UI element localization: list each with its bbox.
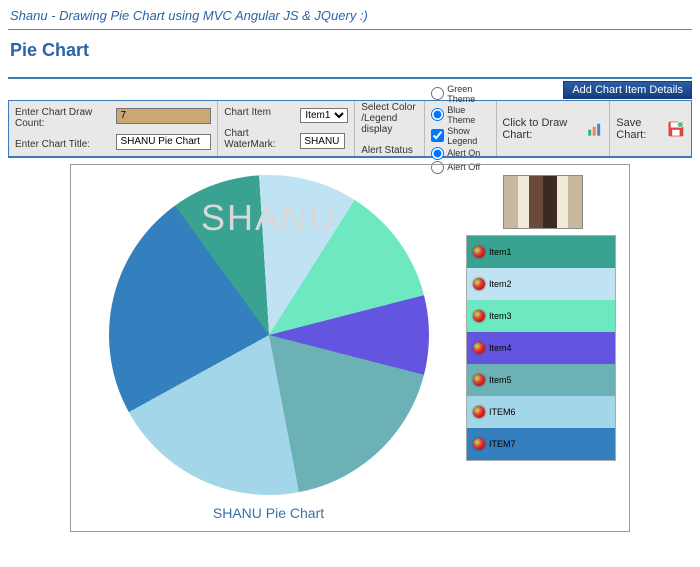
legend-dot-icon	[473, 374, 485, 386]
legend-label: Item3	[489, 311, 512, 321]
chart-item-label: Chart Item	[224, 107, 288, 118]
legend-item: ITEM6	[467, 396, 615, 428]
chart-title-label: Enter Chart Title:	[15, 139, 104, 150]
pie-chart	[109, 175, 429, 495]
add-chart-item-button[interactable]: Add Chart Item Details	[563, 81, 692, 99]
legend: Item1 Item2 Item3 Item4 Item5 ITEM6 ITEM7	[466, 235, 616, 461]
watermark-input[interactable]	[300, 133, 345, 149]
save-icon[interactable]	[667, 118, 685, 140]
avatar	[503, 175, 583, 229]
legend-item: Item4	[467, 332, 615, 364]
legend-label: Item1	[489, 247, 512, 257]
legend-item: Item3	[467, 300, 615, 332]
legend-dot-icon	[473, 278, 485, 290]
legend-item: Item2	[467, 268, 615, 300]
click-draw-label: Click to Draw Chart:	[502, 117, 581, 141]
legend-label: Item2	[489, 279, 512, 289]
chart-area: SHANU SHANU Pie Chart Item1Item2Item3Ite…	[70, 164, 630, 532]
select-color-label: Select Color/Legend display	[361, 102, 418, 135]
watermark-label: Chart WaterMark:	[224, 128, 288, 150]
alert-on-radio[interactable]: Alert On	[431, 147, 489, 160]
legend-label: ITEM6	[489, 407, 516, 417]
legend-dot-icon	[473, 310, 485, 322]
divider	[8, 29, 692, 30]
show-legend-checkbox[interactable]: Show Legend	[431, 126, 489, 146]
legend-dot-icon	[473, 342, 485, 354]
legend-dot-icon	[473, 406, 485, 418]
chart-title-input[interactable]	[116, 134, 211, 150]
chart-icon[interactable]	[586, 118, 604, 140]
legend-item: ITEM7	[467, 428, 615, 460]
toolbar: Enter Chart Draw Count: Enter Chart Titl…	[8, 100, 692, 158]
page-title: Pie Chart	[0, 34, 700, 63]
legend-label: Item5	[489, 375, 512, 385]
legend-dot-icon	[473, 438, 485, 450]
pie-caption: SHANU Pie Chart	[81, 505, 456, 521]
alert-status-label: Alert Status	[361, 145, 418, 156]
blue-theme-radio[interactable]: Blue Theme	[431, 105, 489, 125]
draw-count-input[interactable]	[116, 108, 211, 124]
app-title: Shanu - Drawing Pie Chart using MVC Angu…	[0, 0, 700, 29]
chart-item-select[interactable]: Item1	[300, 108, 348, 123]
legend-dot-icon	[473, 246, 485, 258]
draw-count-label: Enter Chart Draw Count:	[15, 107, 104, 129]
save-chart-label: Save Chart:	[616, 117, 663, 141]
legend-item: Item5	[467, 364, 615, 396]
green-theme-radio[interactable]: Green Theme	[431, 84, 489, 104]
legend-label: Item4	[489, 343, 512, 353]
legend-label: ITEM7	[489, 439, 516, 449]
legend-item: Item1	[467, 236, 615, 268]
